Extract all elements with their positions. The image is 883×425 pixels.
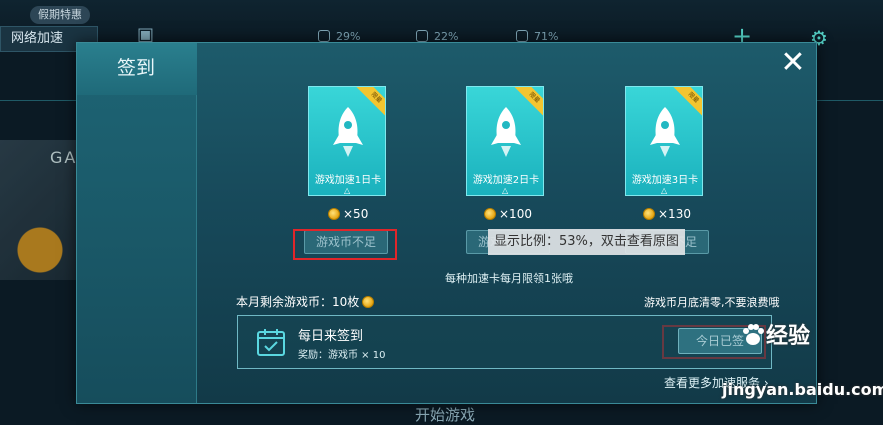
remaining-coins: 本月剩余游戏币：10枚 — [236, 293, 377, 310]
tab-checkin[interactable]: 签到 — [77, 43, 197, 95]
reset-note: 游戏币月底清零,不要浪费哦 — [644, 296, 780, 309]
card-name: 游戏加速1日卡 — [314, 175, 382, 186]
promo-badge[interactable]: 假期特惠 — [30, 6, 90, 24]
limit-note: 每种加速卡每月限领1张哦 — [445, 272, 573, 285]
start-game-label[interactable]: 开始游戏 — [415, 404, 475, 425]
coin-icon — [643, 208, 655, 220]
daily-checkin-panel: 每日来签到 奖励：游戏币 × 10 今日已签 — [237, 315, 772, 369]
side-banner-text: GA — [50, 148, 78, 167]
watermark-logo: 经验 — [740, 318, 810, 350]
zoom-tip[interactable]: 显示比例：53%，双击查看原图 — [488, 229, 685, 255]
speed-card-3[interactable]: 限量 游戏加速3日卡 △ — [625, 86, 703, 196]
card-price: ×130 — [643, 207, 691, 221]
checkin-title: 每日来签到 — [298, 329, 364, 344]
calendar-check-icon — [257, 329, 285, 356]
speed-card-1[interactable]: 限量 游戏加速1日卡 △ — [308, 86, 386, 196]
deco-line — [817, 100, 883, 101]
card-name: 游戏加速3日卡 — [631, 175, 699, 186]
checkin-reward: 奖励：游戏币 × 10 — [298, 350, 386, 361]
coin-icon — [484, 208, 496, 220]
side-game-banner[interactable]: GA — [0, 140, 76, 280]
rocket-icon — [491, 107, 521, 157]
triangle-icon: △ — [344, 186, 351, 195]
ram-icon — [516, 30, 528, 42]
card-price: ×100 — [484, 207, 532, 221]
speed-card-2[interactable]: 限量 游戏加速2日卡 △ — [466, 86, 544, 196]
triangle-icon: △ — [661, 186, 668, 195]
rocket-icon — [333, 107, 363, 157]
dialog-sidebar: 签到 — [77, 43, 197, 403]
card-name: 游戏加速2日卡 — [472, 175, 540, 186]
deco-line — [0, 100, 76, 101]
rocket-icon — [650, 107, 680, 157]
card-price: ×50 — [328, 207, 368, 221]
triangle-icon: △ — [502, 186, 509, 195]
cpu-icon — [318, 30, 330, 42]
gpu-icon — [416, 30, 428, 42]
watermark-url: jingyan.baidu.com — [722, 380, 883, 399]
coin-icon — [328, 208, 340, 220]
coin-icon — [362, 296, 375, 308]
paw-icon — [743, 324, 764, 345]
highlight-box — [293, 229, 397, 260]
close-icon[interactable]: ✕ — [780, 48, 806, 78]
